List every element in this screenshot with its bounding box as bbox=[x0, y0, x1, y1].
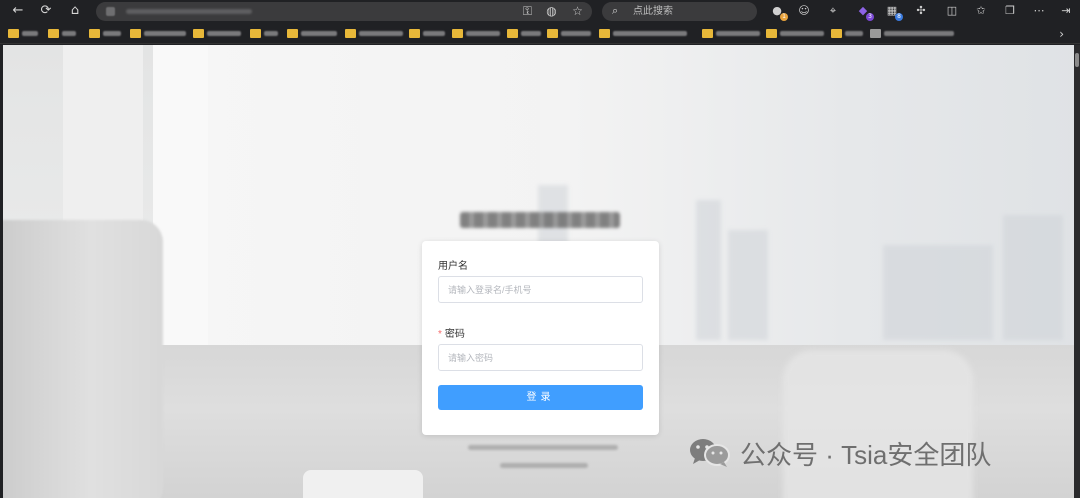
folder-icon bbox=[452, 29, 463, 38]
folder-icon bbox=[48, 29, 59, 38]
folder-icon bbox=[599, 29, 610, 38]
ghost-extension-icon[interactable]: ☺ bbox=[796, 3, 812, 19]
split-screen-icon[interactable]: ◫ bbox=[944, 3, 960, 19]
home-icon[interactable]: ⌂ bbox=[66, 2, 84, 20]
bookmarks-bar: › bbox=[0, 23, 1080, 44]
footer-text bbox=[468, 445, 618, 450]
page-scrollbar[interactable] bbox=[1074, 45, 1080, 498]
extension-badge: 1 bbox=[780, 13, 788, 21]
key-icon[interactable]: ⚿ bbox=[519, 3, 536, 20]
folder-icon bbox=[409, 29, 420, 38]
folder-icon bbox=[250, 29, 261, 38]
copilot-extension-icon[interactable]: ● 1 bbox=[769, 3, 788, 21]
password-label: * 密码 bbox=[438, 325, 465, 340]
footer-text bbox=[500, 463, 588, 468]
address-bar[interactable]: ⚿ ◍ ☆ bbox=[96, 2, 592, 21]
grid-extension-icon[interactable]: ▦ 8 bbox=[884, 3, 903, 21]
translate-icon[interactable]: ◍ bbox=[543, 3, 560, 20]
collections-icon[interactable]: ❐ bbox=[1002, 3, 1018, 19]
username-input[interactable] bbox=[438, 276, 643, 303]
login-form: 用户名 *密码 登录 bbox=[422, 241, 659, 435]
sidebar-toggle-icon[interactable]: ⇥ bbox=[1058, 3, 1074, 19]
login-button[interactable]: 登录 bbox=[438, 385, 643, 410]
folder-icon bbox=[89, 29, 100, 38]
folder-icon bbox=[130, 29, 141, 38]
watermark-text: 公众号 · Tsia安全团队 bbox=[740, 440, 992, 470]
folder-icon bbox=[193, 29, 204, 38]
favorites-icon[interactable]: ✩ bbox=[973, 3, 989, 19]
scrollbar-thumb[interactable] bbox=[1075, 53, 1079, 67]
more-menu-icon[interactable]: ⋯ bbox=[1031, 3, 1047, 19]
folder-icon bbox=[8, 29, 19, 38]
extension-badge: 3 bbox=[866, 13, 874, 21]
page-icon bbox=[870, 29, 881, 38]
favorite-star-icon[interactable]: ☆ bbox=[569, 3, 586, 20]
extension-badge: 8 bbox=[895, 13, 903, 21]
folder-icon bbox=[547, 29, 558, 38]
wechat-logo-icon bbox=[690, 439, 730, 467]
folder-icon bbox=[702, 29, 713, 38]
site-info-icon[interactable] bbox=[106, 7, 115, 16]
password-label-text: 密码 bbox=[444, 329, 465, 340]
site-title bbox=[460, 212, 620, 228]
required-mark: * bbox=[438, 329, 442, 340]
purple-extension-icon[interactable]: ◆ 3 bbox=[855, 3, 874, 21]
search-icon: ⌕ bbox=[612, 5, 619, 17]
extensions-puzzle-icon[interactable]: ✣ bbox=[913, 3, 929, 19]
folder-icon bbox=[766, 29, 777, 38]
background-monitor bbox=[3, 220, 163, 498]
username-label: 用户名 bbox=[438, 261, 468, 272]
folder-icon bbox=[831, 29, 842, 38]
browser-search-box[interactable]: ⌕ 点此搜索 bbox=[602, 2, 757, 21]
browser-search-placeholder: 点此搜索 bbox=[633, 6, 673, 17]
folder-icon bbox=[507, 29, 518, 38]
refresh-icon[interactable]: ⟳ bbox=[37, 2, 55, 20]
pin-extension-icon[interactable]: ⌖ bbox=[825, 3, 841, 19]
back-arrow-icon[interactable]: ← bbox=[9, 2, 27, 20]
chevron-right-icon[interactable]: › bbox=[1059, 27, 1064, 41]
url-text bbox=[126, 9, 252, 14]
login-page: 用户名 *密码 登录 公众号 · Tsia安全团队 bbox=[3, 45, 1074, 498]
folder-icon bbox=[287, 29, 298, 38]
password-input[interactable] bbox=[438, 344, 643, 371]
browser-toolbar: ← ⟳ ⌂ ⚿ ◍ ☆ ⌕ 点此搜索 ● 1 ☺ ⌖ ◆ 3 ▦ 8 ✣ ◫ ✩ ❐ … bbox=[0, 0, 1080, 23]
folder-icon bbox=[345, 29, 356, 38]
